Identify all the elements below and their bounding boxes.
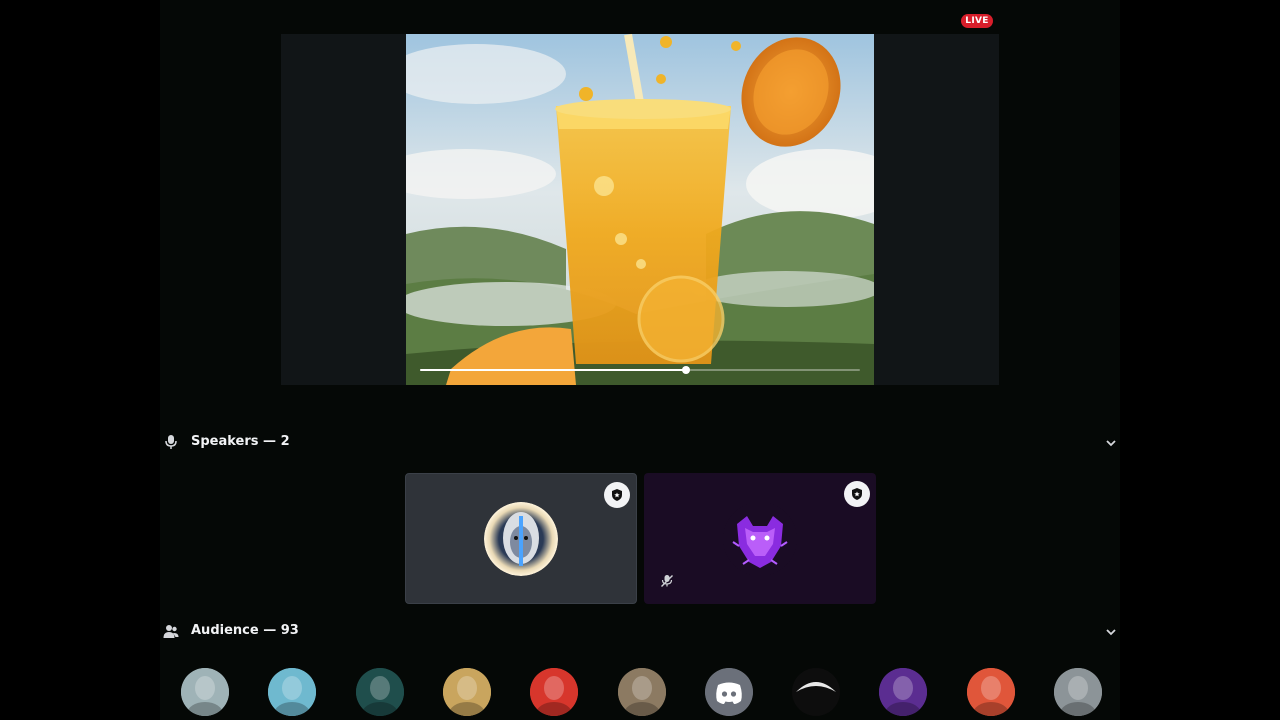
audience-avatar-9[interactable]	[879, 668, 927, 716]
audience-avatar-1[interactable]	[181, 668, 229, 716]
speakers-label: Speakers — 2	[191, 434, 290, 449]
live-badge: LIVE	[961, 14, 993, 28]
audience-avatar-4[interactable]	[443, 668, 491, 716]
audience-row	[160, 668, 1120, 720]
purple-panther-avatar	[723, 501, 797, 576]
stream-video[interactable]	[406, 34, 874, 385]
video-progress-bar[interactable]	[420, 366, 860, 374]
discord-logo-icon	[705, 668, 753, 716]
video-progress-fill	[420, 369, 687, 371]
audience-avatar-11[interactable]	[1054, 668, 1102, 716]
shield-star-icon	[604, 482, 630, 508]
audience-avatar-6[interactable]	[618, 668, 666, 716]
speaker-tile[interactable]	[644, 473, 876, 604]
audience-header[interactable]: Audience — 93	[160, 620, 1120, 644]
speaker-tile[interactable]	[405, 473, 637, 604]
audience-avatar-8[interactable]	[792, 668, 840, 716]
white-haired-figure-avatar	[484, 501, 558, 576]
audience-avatar-7[interactable]	[705, 668, 753, 716]
chevron-down-icon[interactable]	[1104, 436, 1118, 450]
chevron-down-icon[interactable]	[1104, 625, 1118, 639]
shield-star-icon	[844, 481, 870, 507]
audience-avatar-5[interactable]	[530, 668, 578, 716]
microphone-muted-icon	[661, 575, 673, 587]
stream-video-image	[406, 34, 874, 385]
audience-avatar-2[interactable]	[268, 668, 316, 716]
audience-avatar-3[interactable]	[356, 668, 404, 716]
audience-avatar-10[interactable]	[967, 668, 1015, 716]
audience-label: Audience — 93	[191, 623, 299, 638]
speakers-header[interactable]: Speakers — 2	[160, 431, 1120, 455]
people-icon	[163, 625, 179, 638]
microphone-icon	[165, 435, 177, 449]
